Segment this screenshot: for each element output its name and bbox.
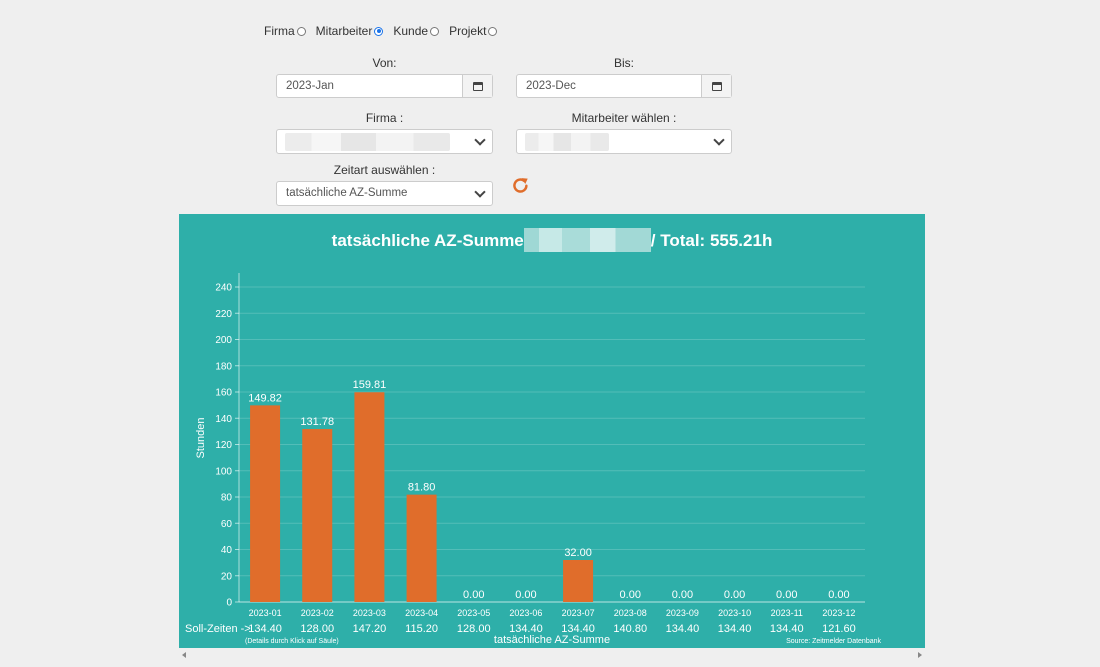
bar-value-label: 131.78 <box>300 416 334 428</box>
y-tick-label: 140 <box>215 414 232 425</box>
bar-value-label: 0.00 <box>828 589 849 601</box>
x-tick-label: 2023-12 <box>822 608 855 618</box>
details-note: (Details durch Klick auf Säule) <box>245 638 339 645</box>
horizontal-scrollbar[interactable] <box>179 649 925 661</box>
bar-chart: 0 20 40 60 80 100 120 140 160 180 200 220 240 Stunden… <box>185 273 882 646</box>
scroll-right-icon[interactable] <box>918 652 922 658</box>
bar-2023-03[interactable] <box>354 392 385 602</box>
soll-zeit-value: 134.40 <box>248 623 282 635</box>
radio-label: Projekt <box>449 24 487 38</box>
chart-panel: tatsächliche AZ-Summe / Total: 555.21h 02… <box>179 214 925 648</box>
soll-zeit-value: 121.60 <box>822 623 856 635</box>
soll-zeit-value: 147.20 <box>353 623 387 635</box>
chevron-down-icon <box>474 134 486 146</box>
bar-value-label: 149.82 <box>248 392 282 404</box>
x-tick-label: 2023-11 <box>771 608 803 618</box>
y-tick-label: 80 <box>221 493 233 504</box>
soll-zeit-value: 115.20 <box>405 623 438 635</box>
soll-zeiten-label: Soll-Zeiten -> <box>185 623 251 635</box>
bar-2023-02[interactable] <box>302 429 333 602</box>
chevron-down-icon <box>713 134 725 146</box>
radio-label: Firma <box>264 24 295 38</box>
bar-value-label: 0.00 <box>620 589 641 601</box>
y-tick-label: 60 <box>221 519 233 530</box>
bar-value-label: 159.81 <box>353 379 387 391</box>
y-tick-label: 200 <box>215 335 232 346</box>
von-date-input[interactable]: 2023-Jan <box>276 74 493 98</box>
x-axis-label: tatsächliche AZ-Summe <box>494 634 610 646</box>
mitarbeiter-label: Mitarbeiter wählen : <box>571 111 677 125</box>
radio-option-projekt[interactable]: Projekt <box>449 24 498 38</box>
radio-button[interactable] <box>488 26 498 36</box>
x-tick-label: 2023-04 <box>405 608 438 618</box>
mitarbeiter-select[interactable] <box>516 129 732 154</box>
bar-value-label: 0.00 <box>672 589 693 601</box>
radio-label: Kunde <box>393 24 429 38</box>
y-tick-label: 40 <box>221 545 233 556</box>
firma-select[interactable] <box>276 129 493 154</box>
radio-button[interactable] <box>374 26 384 36</box>
radio-option-firma[interactable]: Firma <box>264 24 306 38</box>
bar-value-label: 0.00 <box>463 589 484 601</box>
bar-value-label: 0.00 <box>776 589 797 601</box>
radio-option-mitarbeiter[interactable]: Mitarbeiter <box>316 24 384 38</box>
soll-zeit-value: 134.40 <box>770 623 804 635</box>
y-tick-label: 240 <box>215 283 232 294</box>
refresh-icon[interactable] <box>511 176 530 195</box>
bis-date-value: 2023-Dec <box>526 80 576 92</box>
zeitart-select[interactable]: tatsächliche AZ-Summe <box>276 181 493 206</box>
bar-value-label: 0.00 <box>515 589 536 601</box>
source-note: Source: Zeitmelder Datenbank <box>786 638 881 645</box>
zeitart-label: Zeitart auswählen : <box>333 163 436 177</box>
bar-2023-04[interactable] <box>406 494 437 602</box>
bar-value-label: 0.00 <box>724 589 745 601</box>
soll-zeit-value: 128.00 <box>300 623 334 635</box>
y-tick-label: 20 <box>221 571 233 582</box>
soll-zeit-value: 134.40 <box>718 623 752 635</box>
redacted-firma-value <box>285 133 450 151</box>
x-tick-label: 2023-08 <box>614 608 647 618</box>
bar-2023-07[interactable] <box>563 560 594 602</box>
y-tick-label: 0 <box>226 598 232 609</box>
bar-value-label: 81.80 <box>408 482 436 494</box>
calendar-icon <box>711 81 722 91</box>
y-tick-label: 180 <box>215 361 232 372</box>
y-axis-label: Stunden <box>195 418 207 459</box>
x-tick-label: 2023-06 <box>509 608 542 618</box>
radio-button[interactable] <box>430 26 440 36</box>
bis-calendar-button[interactable] <box>701 75 731 97</box>
soll-zeit-value: 128.00 <box>457 623 491 635</box>
von-calendar-button[interactable] <box>462 75 492 97</box>
group-by-radio-group: Firma Mitarbeiter Kunde Projekt <box>264 24 507 38</box>
y-tick-label: 120 <box>215 440 232 451</box>
radio-button[interactable] <box>296 26 306 36</box>
x-tick-label: 2023-05 <box>457 608 490 618</box>
bar-2023-01[interactable] <box>250 405 281 602</box>
bar-value-label: 32.00 <box>564 547 592 559</box>
bis-date-input[interactable]: 2023-Dec <box>516 74 732 98</box>
chevron-down-icon <box>474 186 486 198</box>
firma-label: Firma : <box>365 111 404 125</box>
von-date-value: 2023-Jan <box>286 80 334 92</box>
radio-option-kunde[interactable]: Kunde <box>393 24 440 38</box>
von-label: Von: <box>372 56 397 70</box>
redacted-mitarbeiter-value <box>525 133 609 151</box>
radio-label: Mitarbeiter <box>315 24 373 38</box>
scroll-left-icon[interactable] <box>182 652 186 658</box>
soll-zeit-value: 140.80 <box>613 623 647 635</box>
y-tick-label: 160 <box>215 388 232 399</box>
x-tick-label: 2023-09 <box>666 608 699 618</box>
bis-label: Bis: <box>613 56 634 70</box>
zeitart-value: tatsächliche AZ-Summe <box>286 187 408 199</box>
y-tick-label: 220 <box>215 309 232 320</box>
x-tick-label: 2023-07 <box>562 608 595 618</box>
y-tick-label: 100 <box>215 466 232 477</box>
x-tick-label: 2023-10 <box>718 608 751 618</box>
x-tick-label: 2023-01 <box>249 608 282 618</box>
soll-zeit-value: 134.40 <box>666 623 700 635</box>
x-tick-label: 2023-03 <box>353 608 386 618</box>
calendar-icon <box>472 81 483 91</box>
x-tick-label: 2023-02 <box>301 608 334 618</box>
